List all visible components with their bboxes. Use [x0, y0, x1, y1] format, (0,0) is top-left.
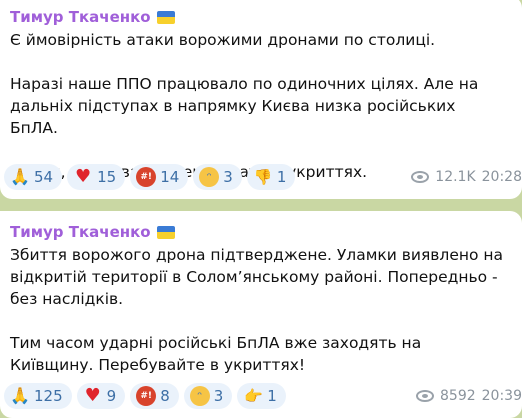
reactions-bar: 🙏 54 ♥ 15 #! 14 ᵔ 3 👎 1 [4, 164, 296, 190]
reaction-count: 1 [276, 168, 287, 186]
message-bubble: Тимур Ткаченко Збиття ворожого дрона під… [0, 211, 522, 418]
reactions-bar: 🙏 125 ♥ 9 #! 8 ᵔ 3 👉 1 [4, 383, 286, 409]
view-count: 8592 [440, 388, 476, 404]
reaction-pointing[interactable]: 👉 1 [237, 383, 286, 409]
crying-face-icon: ᵔ [199, 167, 220, 187]
angry-face-icon: #! [136, 167, 157, 187]
reaction-heart[interactable]: ♥ 9 [76, 383, 126, 409]
reaction-cry[interactable]: ᵔ 3 [193, 164, 242, 190]
message-footer: 🙏 54 ♥ 15 #! 14 ᵔ 3 👎 1 12.1K 20:28 [4, 164, 522, 190]
message-text: Збиття ворожого дрона підтверджене. Улам… [10, 246, 504, 374]
message-text: Є ймовірність атаки ворожими дронами по … [10, 31, 479, 181]
reaction-count: 54 [34, 168, 54, 186]
view-count: 12.1K [435, 169, 476, 185]
reaction-count: 3 [223, 168, 233, 186]
reaction-count: 14 [160, 168, 180, 186]
ukraine-flag-icon [156, 10, 175, 24]
message-time: 20:39 [481, 388, 522, 404]
message-time: 20:28 [481, 169, 522, 185]
reaction-angry[interactable]: #! 8 [130, 383, 179, 409]
reaction-thumbs-down[interactable]: 👎 1 [246, 164, 296, 190]
reaction-count: 3 [213, 387, 224, 405]
message-meta: 8592 20:39 [416, 388, 522, 404]
reaction-angry[interactable]: #! 14 [130, 164, 189, 190]
reaction-count: 9 [106, 387, 117, 405]
reaction-cry[interactable]: ᵔ 3 [183, 383, 233, 409]
message-footer: 🙏 125 ♥ 9 #! 8 ᵔ 3 👉 1 8592 20:39 [4, 383, 522, 409]
author-name[interactable]: Тимур Ткаченко [10, 221, 151, 243]
heart-icon: ♥ [75, 166, 92, 187]
reaction-count: 1 [267, 387, 277, 405]
pray-icon: 🙏 [10, 167, 30, 186]
reaction-count: 15 [97, 168, 117, 186]
thumbs-down-icon: 👎 [253, 168, 273, 186]
pointing-hand-icon: 👉 [243, 387, 263, 405]
reaction-pray[interactable]: 🙏 125 [4, 383, 72, 409]
angry-face-icon: #! [136, 386, 157, 406]
message-bubble: Тимур Ткаченко Є ймовірність атаки ворож… [0, 0, 522, 199]
message-author[interactable]: Тимур Ткаченко [10, 6, 508, 28]
reaction-pray[interactable]: 🙏 54 [4, 164, 63, 190]
reaction-count: 8 [160, 387, 170, 405]
crying-face-icon: ᵔ [189, 386, 210, 406]
reaction-heart[interactable]: ♥ 15 [67, 164, 126, 190]
author-name[interactable]: Тимур Ткаченко [10, 6, 151, 28]
heart-icon: ♥ [84, 385, 101, 406]
pray-icon: 🙏 [10, 386, 30, 405]
message-author[interactable]: Тимур Ткаченко [10, 221, 508, 243]
ukraine-flag-icon [156, 225, 175, 239]
eye-icon [411, 171, 430, 183]
message-meta: 12.1K 20:28 [411, 169, 522, 185]
reaction-count: 125 [34, 387, 63, 405]
eye-icon [416, 390, 434, 402]
